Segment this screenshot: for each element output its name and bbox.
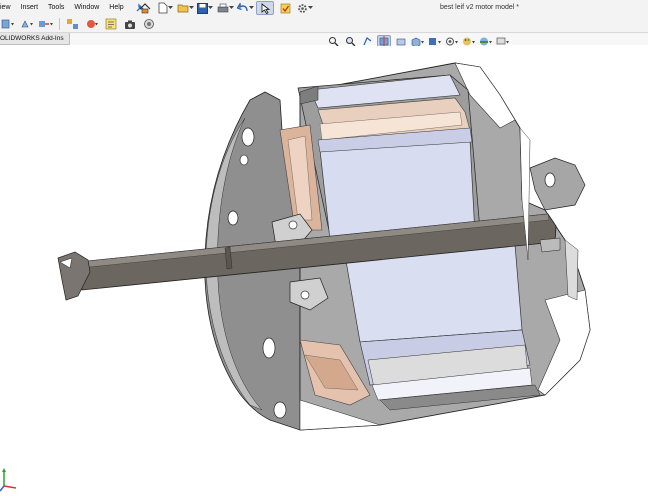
toolbar-separator (59, 18, 60, 30)
coordinate-triad-icon (0, 468, 17, 492)
options-gear-icon[interactable] (296, 1, 314, 15)
menu-insert[interactable]: Insert (16, 0, 44, 16)
quick-access-toolbar (136, 0, 314, 16)
new-document-icon[interactable] (156, 1, 174, 15)
render-tools-icon[interactable] (141, 17, 157, 31)
motion-study-icon[interactable] (84, 17, 100, 31)
rebuild-icon[interactable] (276, 1, 294, 15)
component-icon[interactable] (0, 17, 16, 31)
select-arrow-icon[interactable] (256, 1, 274, 15)
command-toolbar (0, 16, 648, 33)
document-title: best leif v2 motor model * (440, 4, 519, 11)
home-icon[interactable] (136, 1, 154, 15)
explode-view-icon[interactable] (65, 17, 81, 31)
menu-window[interactable]: Window (69, 0, 104, 16)
menu-view[interactable]: iew (0, 0, 16, 16)
photo-camera-icon[interactable] (122, 17, 138, 31)
bill-of-materials-icon[interactable] (103, 17, 119, 31)
menu-tools[interactable]: Tools (43, 0, 69, 16)
motor-model-render (57, 62, 591, 431)
graphics-viewport[interactable] (0, 46, 648, 499)
menu-bar: iew Insert Tools Window Help (0, 0, 648, 16)
tab-solidworks-add-ins[interactable]: OLIDWORKS Add-Ins (0, 33, 70, 45)
smart-fastener-icon[interactable] (38, 17, 54, 31)
command-manager-tabs: OLIDWORKS Add-Ins (0, 33, 648, 45)
save-icon[interactable] (196, 1, 214, 15)
open-folder-icon[interactable] (176, 1, 194, 15)
menu-help[interactable]: Help (104, 0, 128, 16)
mate-icon[interactable] (19, 17, 35, 31)
undo-icon[interactable] (236, 1, 254, 15)
print-icon[interactable] (216, 1, 234, 15)
